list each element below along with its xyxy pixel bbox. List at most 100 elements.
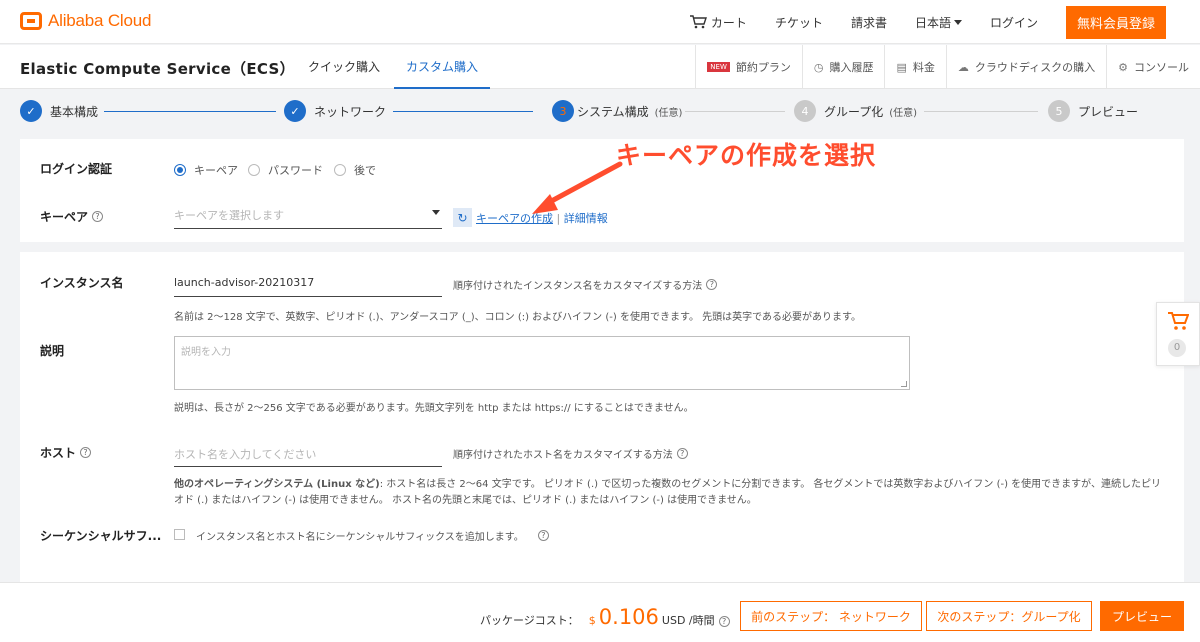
step-label: システム構成 — [577, 104, 649, 119]
help-icon[interactable]: ? — [92, 211, 104, 222]
radio-label: パスワード — [268, 164, 323, 177]
host-hint: 他のオペレーティングシステム (Linux など): ホスト名は長さ 2～64 … — [174, 477, 1169, 509]
radio-later[interactable]: 後で — [334, 162, 376, 178]
next-step-button[interactable]: 次のステップ：グループ化 — [926, 601, 1092, 631]
console-link[interactable]: ⚙ コンソール — [1106, 45, 1200, 89]
refresh-icon[interactable]: ↻ — [453, 208, 472, 227]
savings-plan-label: 節約プラン — [735, 61, 791, 74]
keypair-label-row: キーペア ? — [40, 208, 104, 225]
step-label: グループ化 — [824, 104, 884, 119]
chevron-down-icon — [432, 210, 440, 215]
price-unit: USD /時間 — [661, 614, 715, 627]
cloud-disk-link[interactable]: ☁ クラウドディスクの購入 — [945, 45, 1106, 89]
logo-text: Alibaba Cloud — [48, 11, 152, 30]
alibaba-logo-icon — [20, 12, 42, 30]
step-number: 3 — [552, 100, 574, 122]
customize-text: 順序付けされたインスタンス名をカスタマイズする方法 — [453, 281, 703, 292]
package-cost-label: パッケージコスト： — [480, 614, 579, 627]
purchase-history-label: 購入履歴 — [829, 61, 874, 74]
chevron-down-icon — [953, 19, 962, 25]
radio-label: キーペア — [194, 164, 238, 177]
step-system-config[interactable]: 3 システム構成 (任意) — [542, 100, 682, 122]
annotation-arrow — [532, 161, 623, 214]
step-label: 基本構成 — [50, 104, 99, 119]
preview-button[interactable]: プレビュー — [1100, 601, 1184, 631]
help-icon[interactable]: ? — [718, 616, 730, 627]
sequential-suffix-checkbox[interactable] — [174, 529, 185, 540]
step-connector — [104, 111, 276, 112]
product-links: NEW 節約プラン ◷ 購入履歴 ▤ 料金 ☁ クラウドディスクの購入 ⚙ コン… — [695, 45, 1200, 89]
language-select[interactable]: 日本語 — [915, 14, 962, 31]
sequential-suffix-text: インスタンス名とホスト名にシーケンシャルサフィックスを追加します。 — [196, 532, 524, 543]
language-label: 日本語 — [914, 15, 951, 30]
customize-text: 順序付けされたホスト名をカスタマイズする方法 — [453, 450, 673, 461]
description-placeholder: 説明を入力 — [181, 347, 231, 358]
host-hint-bold: 他のオペレーティングシステム (Linux など) — [174, 479, 380, 490]
step-progress: ✓ 基本構成 ✓ ネットワーク 3 システム構成 (任意) 4 グループ化 (任… — [0, 90, 1200, 132]
step-number: 5 — [1048, 100, 1070, 122]
host-customize: 順序付けされたホスト名をカスタマイズする方法 ? — [453, 446, 688, 461]
ticket-link[interactable]: チケット — [775, 14, 823, 31]
console-label: コンソール — [1134, 61, 1189, 74]
step-label: プレビュー — [1078, 104, 1139, 119]
login-link[interactable]: ログイン — [990, 14, 1038, 31]
step-connector — [685, 111, 785, 112]
help-icon[interactable]: ? — [676, 448, 688, 459]
keypair-label: キーペア — [40, 210, 89, 224]
alibaba-cloud-logo[interactable]: Alibaba Cloud — [20, 11, 151, 31]
price-value: 0.106 — [598, 605, 659, 629]
document-icon: ▤ — [896, 60, 907, 74]
step-grouping[interactable]: 4 グループ化 (任意) — [794, 100, 917, 122]
new-badge: NEW — [707, 62, 730, 72]
pricing-link[interactable]: ▤ 料金 — [884, 45, 945, 89]
purchase-history-link[interactable]: ◷ 購入履歴 — [801, 45, 885, 89]
cart-icon — [689, 15, 707, 29]
product-title: Elastic Compute Service（ECS） — [20, 60, 295, 78]
step-connector — [924, 111, 1038, 112]
instance-panel: インスタンス名 launch-advisor-20210317 順序付けされたイ… — [20, 252, 1184, 582]
instance-name-customize: 順序付けされたインスタンス名をカスタマイズする方法 ? — [453, 277, 718, 292]
instance-name-input[interactable]: launch-advisor-20210317 — [174, 276, 442, 297]
bottom-bar: パッケージコスト： $ 0.106 USD /時間 ? 前のステップ： ネットワ… — [0, 582, 1200, 642]
resize-handle-icon[interactable] — [901, 381, 907, 387]
step-connector — [393, 111, 533, 112]
description-label: 説明 — [40, 344, 65, 358]
signup-button[interactable]: 無料会員登録 — [1066, 5, 1166, 39]
top-nav: カート チケット 請求書 日本語 ログイン 無料会員登録 — [689, 0, 1200, 44]
keypair-placeholder: キーペアを選択します — [174, 209, 284, 222]
step-network[interactable]: ✓ ネットワーク — [284, 100, 386, 122]
host-label-row: ホスト ? — [40, 444, 92, 461]
radio-password[interactable]: パスワード — [248, 162, 323, 178]
login-auth-label: ログイン認証 — [40, 162, 113, 176]
savings-plan-link[interactable]: NEW 節約プラン — [695, 45, 802, 89]
product-bar: Elastic Compute Service（ECS） クイック購入 カスタム… — [0, 45, 1200, 89]
tab-quick-buy[interactable]: クイック購入 — [308, 45, 380, 89]
cart-label: カート — [710, 15, 747, 30]
tab-custom-buy[interactable]: カスタム購入 — [394, 45, 490, 89]
check-icon: ✓ — [284, 100, 306, 122]
currency-symbol: $ — [588, 614, 596, 627]
cart-count: 0 — [1168, 339, 1186, 357]
prev-step-button[interactable]: 前のステップ： ネットワーク — [740, 601, 922, 631]
description-hint: 説明は、長さが 2～256 文字である必要があります。先頭文字列を http ま… — [174, 403, 694, 414]
host-hint-line1: : ホスト名は長さ 2～64 文字です。 ピリオド (.) で区切った複数のセグ… — [379, 479, 1161, 490]
radio-icon — [248, 164, 260, 176]
invoice-link[interactable]: 請求書 — [851, 14, 887, 31]
host-label: ホスト — [40, 446, 77, 460]
cloud-icon: ☁ — [957, 60, 969, 74]
step-label: ネットワーク — [314, 104, 387, 119]
help-icon[interactable]: ? — [537, 530, 549, 541]
radio-selected-icon — [174, 164, 186, 176]
host-input[interactable]: ホスト名を入力してください — [174, 446, 442, 467]
host-hint-line2: オド (.) またはハイフン (-) は使用できません。 ホスト名の先頭と末尾で… — [174, 495, 757, 506]
help-icon[interactable]: ? — [706, 279, 718, 290]
help-icon[interactable]: ? — [80, 447, 92, 458]
cart-link[interactable]: カート — [689, 14, 747, 31]
floating-cart[interactable]: 0 — [1156, 302, 1200, 366]
step-optional-note: (任意) — [889, 107, 918, 119]
step-basic-config[interactable]: ✓ 基本構成 — [20, 100, 98, 122]
radio-keypair[interactable]: キーペア — [174, 162, 238, 178]
step-preview[interactable]: 5 プレビュー — [1048, 100, 1138, 122]
keypair-select[interactable]: キーペアを選択します — [174, 207, 442, 229]
description-textarea[interactable]: 説明を入力 — [174, 336, 910, 390]
